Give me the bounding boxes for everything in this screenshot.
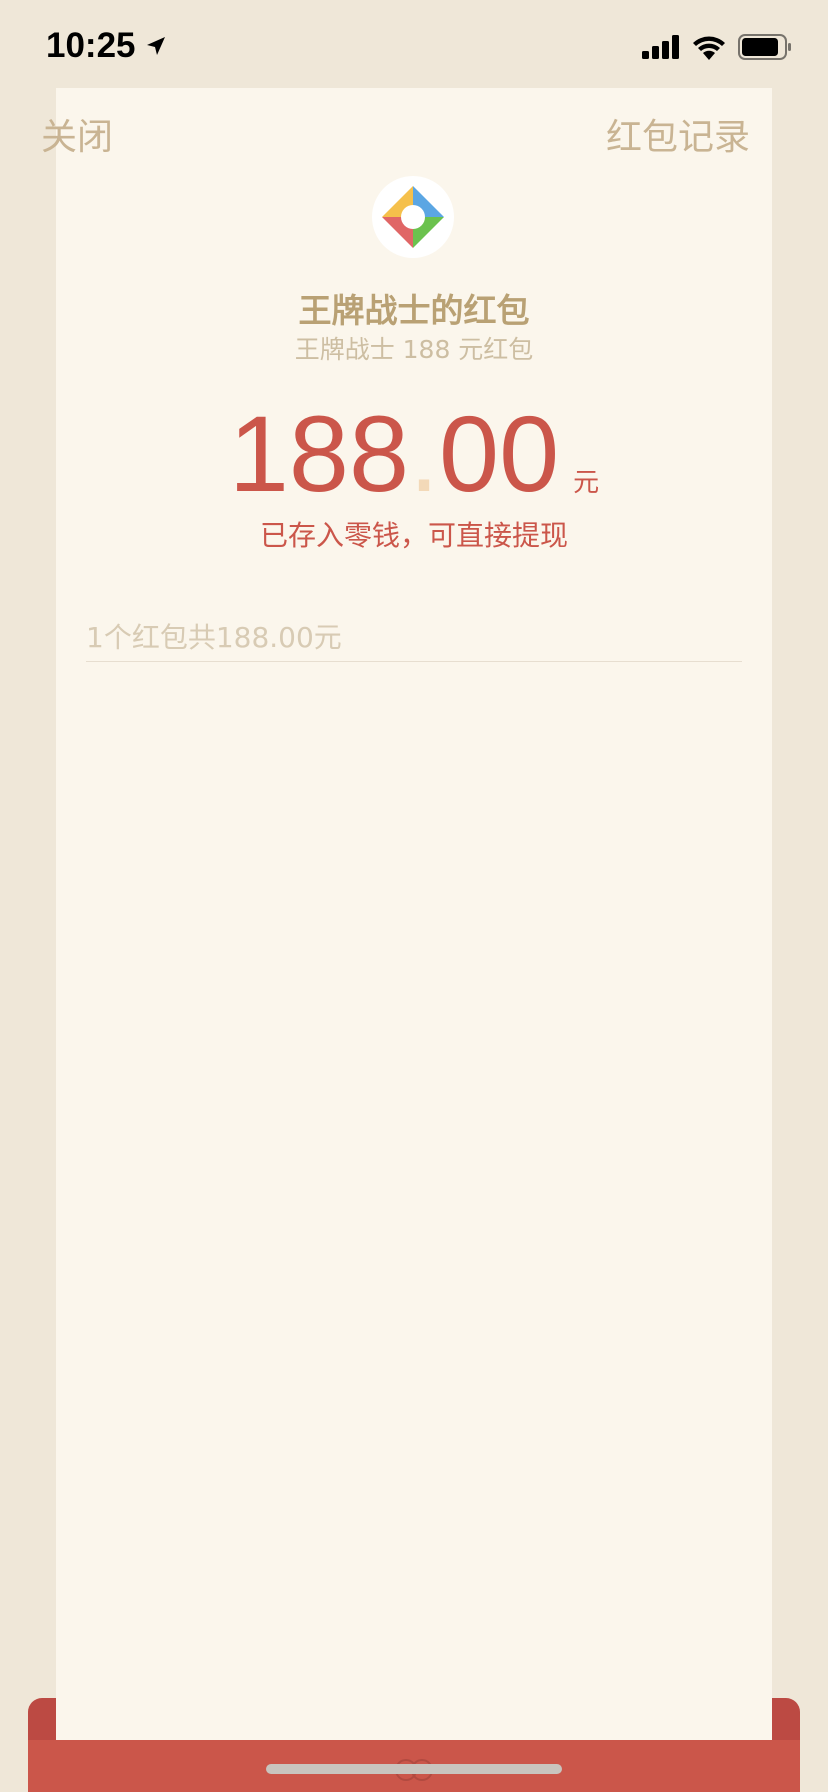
envelope-subtitle: 王牌战士 188 元红包 [294,335,534,364]
battery-icon [738,34,791,60]
signal-icon [642,35,679,59]
status-time: 10:25 [46,26,136,65]
sender-avatar [372,176,454,258]
status-bar-left: 10:25 [46,26,168,66]
status-bar-right [642,34,792,60]
envelope-summary: 1个红包共188.00元 [86,621,342,654]
location-arrow-icon [146,37,165,55]
envelope-title: 王牌战士的红包 [298,291,530,330]
close-button[interactable]: 关闭 [41,108,113,160]
red-envelope-records-button[interactable]: 红包记录 [606,108,750,160]
wifi-icon [693,36,725,60]
home-indicator[interactable] [266,1764,562,1774]
colorful-diamond-logo-icon [382,186,444,248]
divider [86,661,742,662]
amount-unit: 元 [573,468,600,498]
red-envelope-detail-screen: 10:25 关闭 红包记录 王牌战士的红包 王牌战士 188 元红包 188 .… [0,0,828,1792]
saved-to-wallet-link[interactable]: 已存入零钱，可直接提现 [0,514,828,554]
amount: 188 . 00 元 [0,400,828,508]
amount-integer: 188 [228,393,410,514]
amount-decimal-point: . [409,393,440,514]
amount-decimal: 00 [439,393,560,514]
